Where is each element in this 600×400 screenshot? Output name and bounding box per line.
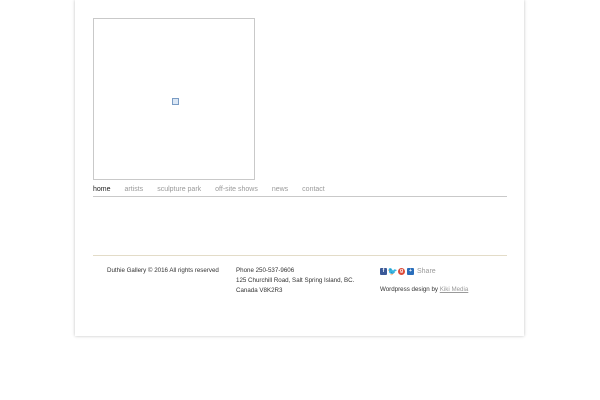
nav-item-news[interactable]: news (272, 186, 288, 193)
footer-divider (93, 255, 507, 256)
nav-item-sculpture-park[interactable]: sculpture park (157, 186, 201, 193)
nav-divider (93, 196, 507, 197)
share-icon[interactable]: + (407, 267, 414, 275)
share-label[interactable]: Share (417, 268, 436, 275)
page-container: home artists sculpture park off-site sho… (75, 0, 524, 336)
twitter-icon[interactable]: 🐦 (388, 267, 398, 276)
phone-text: Phone 250-537-9606 (236, 267, 295, 274)
share-bar: f 🐦 g + Share (380, 266, 436, 276)
nav-item-artists[interactable]: artists (125, 186, 144, 193)
hero-image (93, 18, 255, 180)
contact-info: Phone 250-537-9606 125 Churchill Road, S… (236, 266, 354, 296)
google-plus-icon[interactable]: g (398, 267, 405, 275)
broken-image-icon (172, 98, 179, 105)
main-nav: home artists sculpture park off-site sho… (93, 182, 507, 196)
copyright-text: Duthie Gallery © 2016 All rights reserve… (107, 267, 219, 274)
facebook-icon[interactable]: f (380, 267, 387, 275)
credit-prefix: Wordpress design by (380, 286, 439, 293)
nav-item-off-site-shows[interactable]: off-site shows (215, 186, 258, 193)
credit-link[interactable]: Kiki Media (440, 286, 469, 293)
design-credit: Wordpress design by Kiki Media (380, 285, 468, 295)
address-line-1: 125 Churchill Road, Salt Spring Island, … (236, 277, 355, 284)
nav-item-home[interactable]: home (93, 186, 111, 193)
address-line-2: Canada V8K2R3 (236, 287, 283, 294)
nav-item-contact[interactable]: contact (302, 186, 325, 193)
